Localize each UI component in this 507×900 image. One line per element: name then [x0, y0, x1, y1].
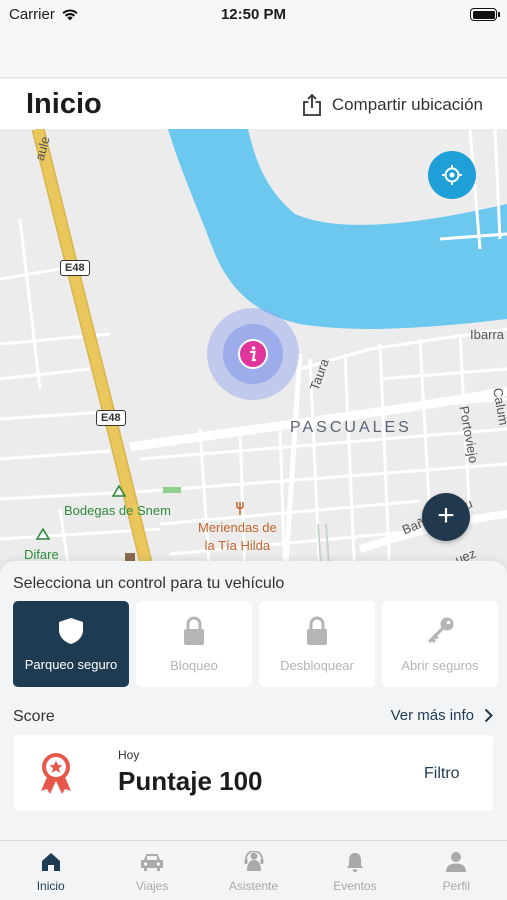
highway-shield-e48: E48 [60, 260, 90, 276]
control-label: Abrir seguros [401, 657, 479, 673]
tab-label: Inicio [36, 879, 65, 893]
control-abrir-seguros[interactable]: Abrir seguros [382, 601, 498, 687]
tab-label: Eventos [333, 879, 377, 893]
lock-icon [307, 616, 327, 645]
score-period: Hoy [118, 748, 140, 762]
status-bar: Carrier 12:50 PM [0, 0, 507, 30]
control-label: Bloqueo [170, 657, 218, 673]
bell-icon [346, 853, 363, 872]
controls-row: Parqueo seguro Bloqueo Desbloquear Abrir… [13, 601, 498, 687]
tab-eventos[interactable]: Eventos [304, 841, 405, 900]
score-section-title: Score [13, 708, 55, 725]
key-icon [427, 617, 454, 643]
filter-button[interactable]: Filtro [424, 765, 460, 783]
map-poi-meriendas: Meriendas de la Tía Hilda [198, 519, 277, 555]
map-poi-difare: Difare [24, 547, 59, 562]
score-card: Hoy Puntaje 100 Filtro [14, 735, 493, 811]
controls-heading: Selecciona un control para tu vehículo [13, 575, 285, 592]
control-label: Desbloquear [280, 657, 354, 673]
control-parqueo-seguro[interactable]: Parqueo seguro [13, 601, 129, 687]
person-icon [446, 852, 467, 872]
navigation-bar [0, 30, 507, 78]
control-desbloquear[interactable]: Desbloquear [259, 601, 375, 687]
more-info-link[interactable]: Ver más info [391, 707, 493, 724]
home-icon [41, 853, 60, 871]
page-title: Inicio [26, 88, 102, 120]
map-poi-bodegas: Bodegas de Snem [64, 503, 171, 518]
map-label-district: PASCUALES [290, 419, 412, 436]
highway-shield-e48: E48 [96, 410, 126, 426]
battery-icon [470, 8, 500, 21]
add-button[interactable]: + [422, 493, 470, 541]
control-label: Parqueo seguro [24, 656, 118, 672]
more-info-label: Ver más info [390, 707, 474, 724]
target-icon [442, 165, 462, 185]
tab-label: Perfil [442, 879, 470, 893]
tab-asistente[interactable]: Asistente [203, 841, 304, 900]
shield-icon [59, 617, 83, 644]
share-icon [302, 93, 321, 116]
vehicle-control-sheet: Selecciona un control para tu vehículo P… [0, 561, 507, 840]
tab-label: Asistente [228, 879, 279, 893]
award-icon [41, 753, 71, 794]
page-header: Inicio Compartir ubicación [0, 79, 507, 129]
locate-me-button[interactable] [428, 151, 476, 199]
car-icon [141, 854, 164, 871]
score-value: Puntaje 100 [118, 766, 263, 796]
map-poi-meriendas-line2: la Tía Hilda [204, 538, 271, 553]
assistant-icon [244, 851, 264, 871]
tab-viajes[interactable]: Viajes [101, 841, 202, 900]
map-label-street: Ibarra [470, 327, 504, 342]
status-time: 12:50 PM [220, 6, 287, 23]
control-bloqueo[interactable]: Bloqueo [136, 601, 252, 687]
map-view[interactable]: aule E48 E48 PASCUALES Taura Ibarra Port… [0, 129, 507, 579]
chevron-right-icon [484, 708, 493, 723]
tab-inicio[interactable]: Inicio [0, 841, 101, 900]
share-location-button[interactable]: Compartir ubicación [302, 93, 483, 117]
plus-icon: + [437, 499, 455, 532]
tab-label: Viajes [135, 879, 169, 893]
lock-icon [184, 616, 204, 645]
info-marker-icon[interactable] [238, 339, 268, 369]
map-poi-meriendas-line1: Meriendas de [198, 520, 277, 535]
tab-bar: Inicio Viajes Asistente Eventos Perfil [0, 840, 507, 900]
share-location-label: Compartir ubicación [331, 95, 483, 114]
tab-perfil[interactable]: Perfil [406, 841, 507, 900]
